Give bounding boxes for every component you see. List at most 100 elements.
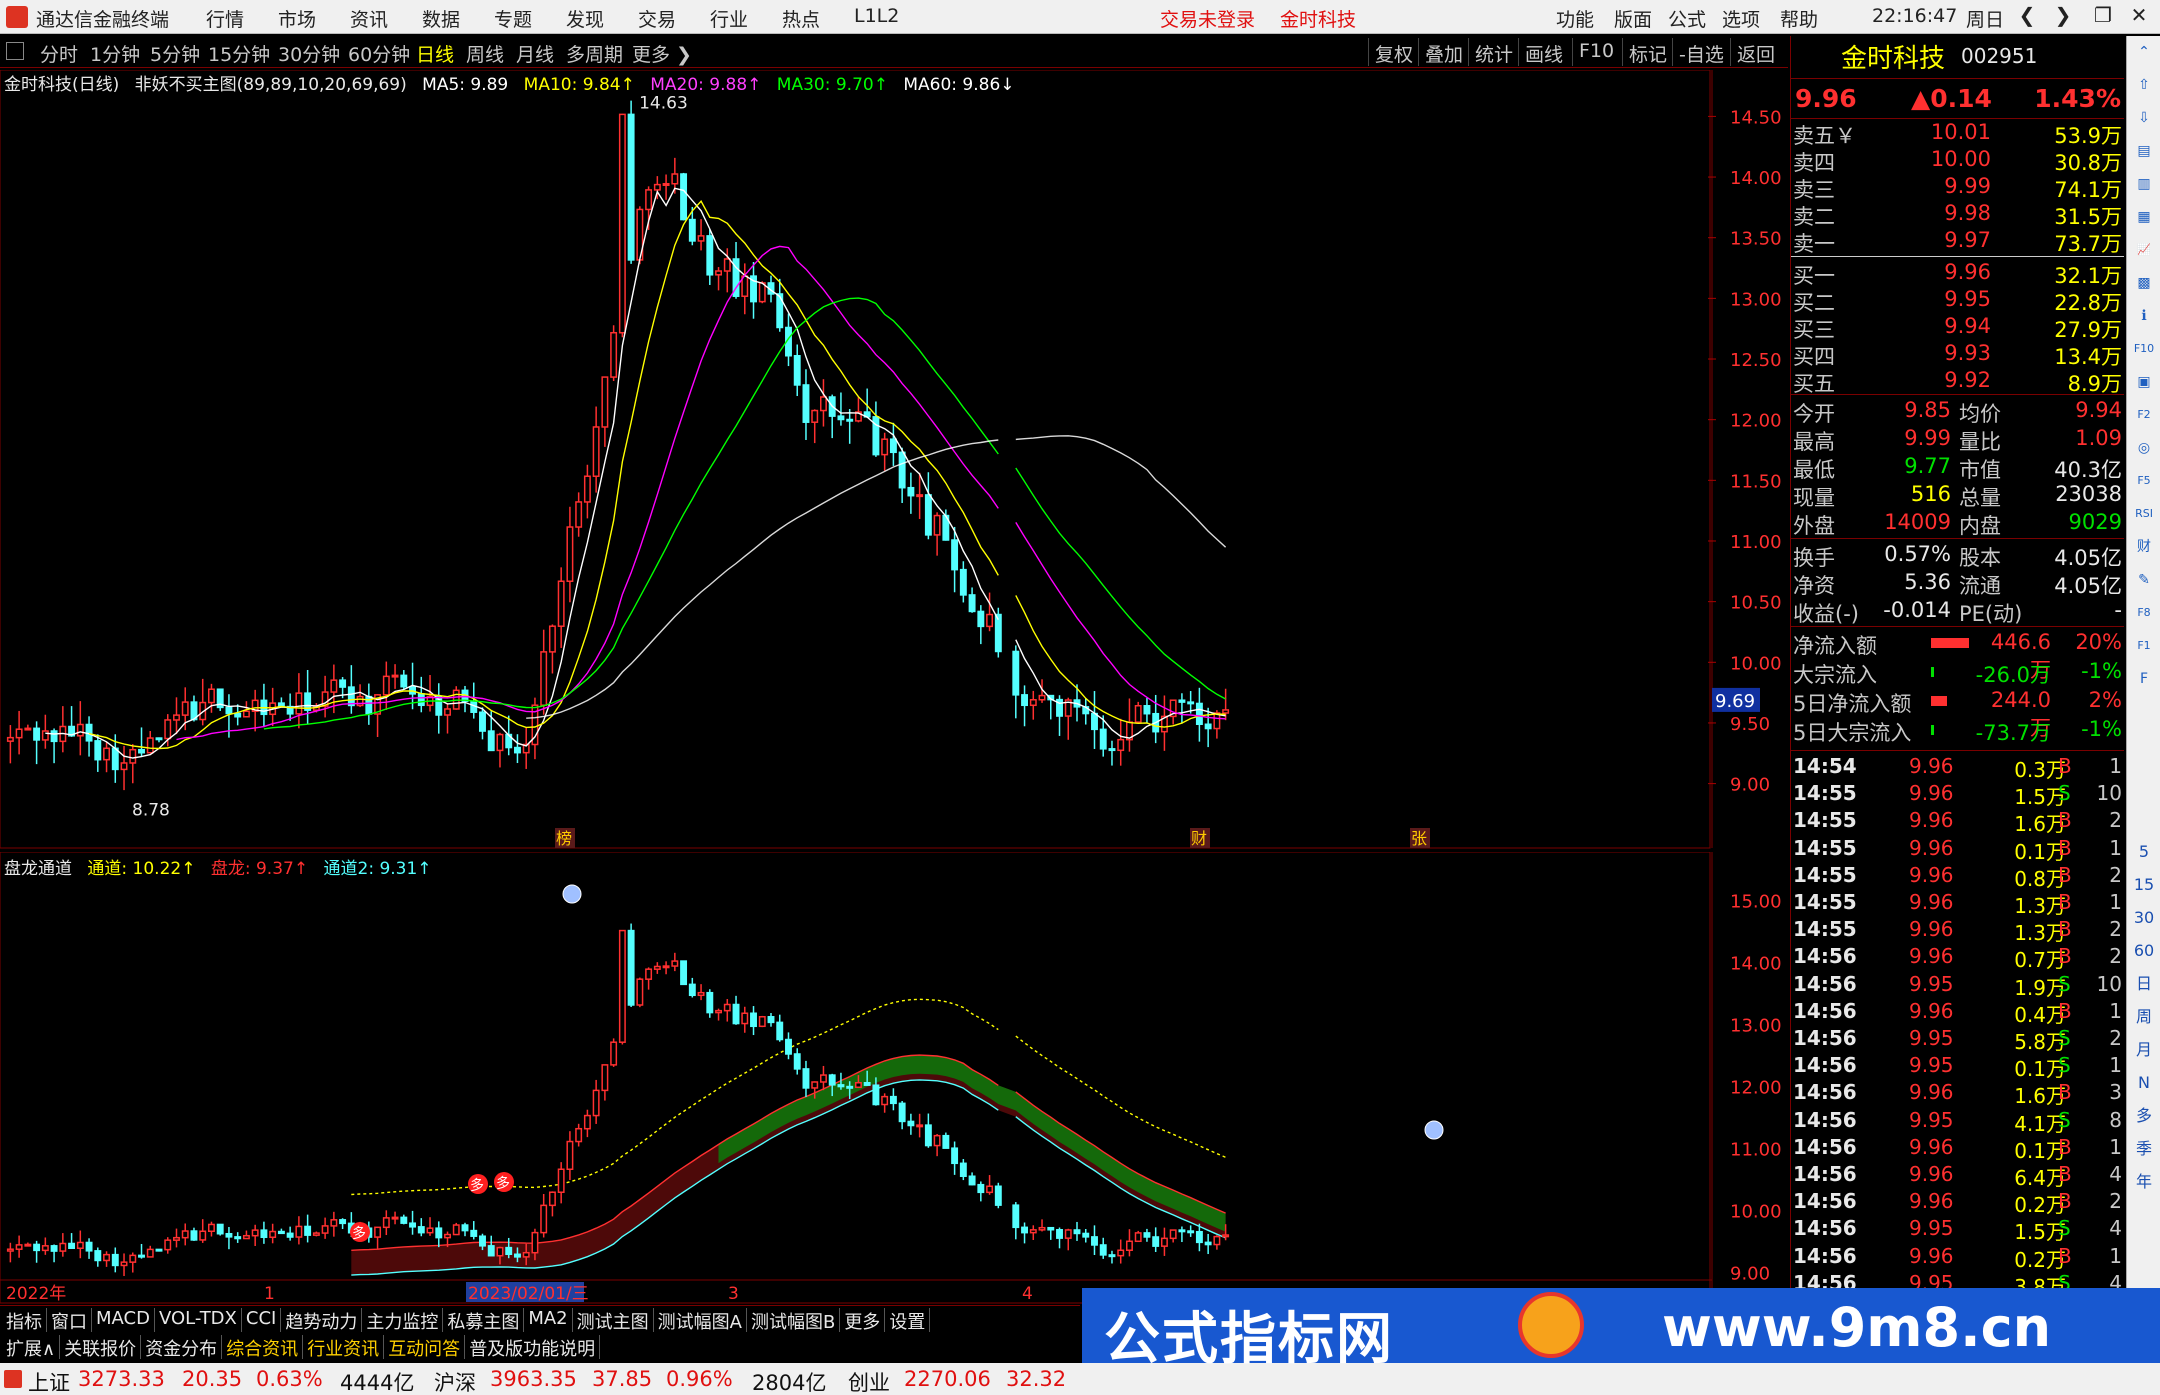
- ext-tab-2[interactable]: 资金分布: [141, 1335, 223, 1360]
- down-icon[interactable]: ⇩: [2132, 106, 2156, 130]
- indicator-tab-0[interactable]: 指标: [2, 1308, 47, 1333]
- f8-icon[interactable]: F8: [2132, 601, 2156, 625]
- quote-stock-name[interactable]: 金时科技: [1841, 38, 1945, 75]
- chart-tool-7[interactable]: 返回: [1730, 38, 1781, 66]
- forward-nav-button[interactable]: ❯: [2048, 3, 2078, 31]
- sys-menu-3[interactable]: 选项: [1722, 5, 1760, 32]
- period-tab-7[interactable]: 周线: [466, 40, 504, 67]
- indicator-tab-2[interactable]: MACD: [92, 1308, 155, 1332]
- cy-label[interactable]: 创业: [848, 1367, 890, 1395]
- ext-tab-6[interactable]: 普及版功能说明: [465, 1335, 601, 1360]
- minute-chart-icon[interactable]: ▤: [2132, 139, 2156, 163]
- bid-row[interactable]: 买四 9.93 13.4万: [1791, 341, 2124, 369]
- chart-tool-0[interactable]: 复权: [1368, 38, 1419, 66]
- period-tab-10[interactable]: 更多 ❯: [632, 40, 692, 67]
- period-icon-2[interactable]: 30: [2132, 906, 2156, 930]
- top-menu-9[interactable]: L1L2: [854, 5, 899, 27]
- indicator-tab-3[interactable]: VOL-TDX: [155, 1308, 242, 1332]
- ask-row[interactable]: 卖二 9.98 31.5万: [1791, 201, 2124, 229]
- sub-chart-title[interactable]: 盘龙通道: [4, 859, 72, 879]
- period-tab-0[interactable]: 分时: [40, 40, 78, 67]
- top-menu-5[interactable]: 发现: [566, 5, 604, 32]
- sys-menu-1[interactable]: 版面: [1614, 5, 1652, 32]
- chart-tool-5[interactable]: 标记: [1622, 38, 1673, 66]
- indicator-tab-10[interactable]: 测试幅图A: [654, 1308, 747, 1333]
- period-tab-2[interactable]: 5分钟: [150, 40, 200, 67]
- back-nav-button[interactable]: ❮: [2012, 3, 2042, 31]
- f2-icon[interactable]: F2: [2132, 403, 2156, 427]
- chart-tool-3[interactable]: 画线: [1518, 38, 1569, 66]
- chart-tool-2[interactable]: 统计: [1468, 38, 1519, 66]
- top-menu-4[interactable]: 专题: [494, 5, 532, 32]
- chart-tool-4[interactable]: F10: [1572, 38, 1620, 66]
- period-tab-9[interactable]: 多周期: [566, 40, 623, 67]
- bar-icon[interactable]: ▩: [2132, 271, 2156, 295]
- ext-tab-5[interactable]: 互动问答: [384, 1335, 466, 1360]
- top-menu-1[interactable]: 市场: [278, 5, 316, 32]
- rsi-icon[interactable]: RSI: [2132, 502, 2156, 526]
- panlong-sub-chart[interactable]: 15.0014.0013.0012.0011.0010.009.00多多 多202…: [0, 852, 1788, 1305]
- table-icon[interactable]: ▦: [2132, 205, 2156, 229]
- restore-button[interactable]: ❐: [2088, 3, 2118, 31]
- login-status[interactable]: 交易未登录: [1160, 5, 1255, 32]
- period-tab-5[interactable]: 60分钟: [348, 40, 410, 67]
- close-button[interactable]: ✕: [2124, 3, 2154, 31]
- bid-row[interactable]: 买五 9.92 8.9万: [1791, 368, 2124, 396]
- circle-icon[interactable]: ◎: [2132, 436, 2156, 460]
- top-menu-3[interactable]: 数据: [422, 5, 460, 32]
- bid-row[interactable]: 买二 9.95 22.8万: [1791, 287, 2124, 315]
- sz-label[interactable]: 沪深: [434, 1367, 476, 1395]
- indicator-tab-5[interactable]: 趋势动力: [281, 1308, 363, 1333]
- period-tab-1[interactable]: 1分钟: [90, 40, 140, 67]
- ext-tab-1[interactable]: 关联报价: [60, 1335, 142, 1360]
- period-tab-3[interactable]: 15分钟: [208, 40, 270, 67]
- expand-icon[interactable]: ⌃: [2132, 40, 2156, 64]
- kline-icon[interactable]: ▥: [2132, 172, 2156, 196]
- f-icon[interactable]: F: [2132, 667, 2156, 691]
- indicator-tab-8[interactable]: MA2: [524, 1308, 573, 1332]
- ask-row[interactable]: 卖三 9.99 74.1万: [1791, 174, 2124, 202]
- indicator-tab-4[interactable]: CCI: [242, 1308, 282, 1332]
- pen-icon[interactable]: ✎: [2132, 568, 2156, 592]
- bid-row[interactable]: 买一 9.96 32.1万: [1791, 260, 2124, 288]
- f10-icon[interactable]: F10: [2132, 337, 2156, 361]
- ext-tab-0[interactable]: 扩展∧: [2, 1335, 61, 1360]
- ask-row[interactable]: 卖五￥ 10.01 53.9万: [1791, 120, 2124, 148]
- top-menu-8[interactable]: 热点: [782, 5, 820, 32]
- bid-row[interactable]: 买三 9.94 27.9万: [1791, 314, 2124, 342]
- panel-toggle-icon[interactable]: [6, 42, 24, 60]
- period-icon-10[interactable]: 年: [2132, 1170, 2156, 1194]
- period-tab-8[interactable]: 月线: [516, 40, 554, 67]
- up-icon[interactable]: ⇧: [2132, 73, 2156, 97]
- period-icon-4[interactable]: 日: [2132, 972, 2156, 996]
- sh-label[interactable]: 上证: [28, 1367, 70, 1395]
- ask-row[interactable]: 卖四 10.00 30.8万: [1791, 147, 2124, 175]
- indicator-tab-11[interactable]: 测试幅图B: [747, 1308, 841, 1333]
- indicator-tab-12[interactable]: 更多: [840, 1308, 886, 1333]
- period-icon-3[interactable]: 60: [2132, 939, 2156, 963]
- period-tab-4[interactable]: 30分钟: [278, 40, 340, 67]
- current-stock-link[interactable]: 金时科技: [1280, 5, 1356, 32]
- indicator-tab-1[interactable]: 窗口: [47, 1308, 92, 1333]
- top-menu-0[interactable]: 行情: [206, 5, 244, 32]
- ext-tab-3[interactable]: 综合资讯: [222, 1335, 304, 1360]
- period-icon-0[interactable]: 5: [2132, 840, 2156, 864]
- chart-tool-6[interactable]: -自选: [1672, 38, 1730, 66]
- period-tab-6[interactable]: 日线: [416, 40, 454, 67]
- period-icon-9[interactable]: 季: [2132, 1137, 2156, 1161]
- indicator-tab-13[interactable]: 设置: [885, 1308, 931, 1333]
- top-menu-6[interactable]: 交易: [638, 5, 676, 32]
- chart-tool-1[interactable]: 叠加: [1418, 38, 1469, 66]
- indicator-tab-7[interactable]: 私募主图: [443, 1308, 525, 1333]
- sys-menu-0[interactable]: 功能: [1556, 5, 1594, 32]
- period-icon-1[interactable]: 15: [2132, 873, 2156, 897]
- indicator-tab-6[interactable]: 主力监控: [362, 1308, 444, 1333]
- sys-menu-4[interactable]: 帮助: [1780, 5, 1818, 32]
- top-menu-7[interactable]: 行业: [710, 5, 748, 32]
- f1-icon[interactable]: F1: [2132, 634, 2156, 658]
- top-menu-2[interactable]: 资讯: [350, 5, 388, 32]
- ask-row[interactable]: 卖一 9.97 73.7万: [1791, 228, 2124, 256]
- sys-menu-2[interactable]: 公式: [1668, 5, 1706, 32]
- period-icon-6[interactable]: 月: [2132, 1038, 2156, 1062]
- period-icon-8[interactable]: 多: [2132, 1104, 2156, 1128]
